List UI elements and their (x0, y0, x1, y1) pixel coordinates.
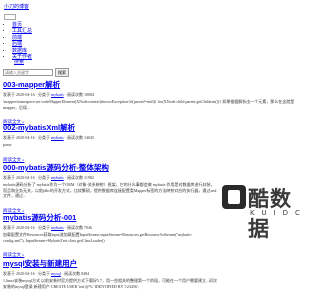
read-more-link[interactable]: 阅读全文 » (3, 157, 24, 163)
post-date: 发表于 2020-04-16 · 分类于 (3, 225, 50, 230)
post-date: 发表于 2020-04-16 · 分类于 (3, 271, 50, 276)
search-input[interactable] (3, 69, 53, 76)
post-item: 003-mapper解析 发表于 2020-04-16 · 分类于 mybati… (3, 80, 297, 124)
main-nav: 首页 工具汇总 前端 后端 数据库 关于作者 (12, 23, 32, 61)
post-views: · 阅读次数 8484 (60, 271, 90, 276)
post-meta: 发表于 2020-04-16 · 分类于 mybatis · 阅读次数 1198… (3, 175, 297, 180)
post-views: · 阅读次数 7046 (63, 225, 93, 230)
post-views: · 阅读次数 11982 (63, 175, 94, 180)
post-excerpt: 加载配置文件Resources获取input流加载配置InputStream i… (3, 232, 193, 243)
post-category-link[interactable]: mybatis (51, 175, 64, 180)
search-form: 搜索 (3, 68, 69, 77)
search-link[interactable]: 搜索 (14, 58, 24, 65)
post-title-link[interactable]: 003-mapper解析 (3, 80, 60, 89)
post-views: · 阅读次数 18084 (63, 92, 95, 97)
post-title-link[interactable]: mybatis源码分析-001 (3, 213, 76, 222)
post-excerpt: parse (3, 142, 12, 147)
post-item: mysql安装与新建用户 发表于 2020-04-16 · 分类于 mysql … (3, 259, 297, 289)
post-views: · 阅读次数 14045 (63, 135, 95, 140)
watermark: 酷数据 KUIDC (222, 185, 300, 263)
post-meta: 发表于 2020-04-16 · 分类于 mysql · 阅读次数 8484 (3, 271, 297, 276)
post-meta: 发表于 2020-04-16 · 分类于 mybatis · 阅读次数 1808… (3, 92, 297, 97)
nav-link-tools[interactable]: 工具汇总 (12, 29, 32, 34)
watermark-subtext: KUIDC (250, 209, 307, 217)
post-category-link[interactable]: mybatis (51, 225, 64, 230)
post-excerpt: mybatis源码分析了 mybatis作为一个ORM（对象-关系映射）框架，它… (3, 182, 217, 199)
post-date: 发表于 2020-04-16 · 分类于 (3, 175, 50, 180)
post-category-link[interactable]: mysql (51, 271, 61, 276)
post-title-link[interactable]: 002-mybatisXml解析 (3, 123, 75, 132)
post-title-link[interactable]: 000-mybatis源码分析-整体架构 (3, 163, 109, 172)
site-title-link[interactable]: 小刀的博客 (4, 3, 29, 10)
read-more-link[interactable]: 阅读全文 » (3, 252, 24, 258)
watermark-logo-icon (222, 185, 246, 209)
post-meta: 发表于 2020-04-16 · 分类于 mybatis · 阅读次数 1404… (3, 135, 297, 140)
logo (4, 14, 16, 20)
post-excerpt: 1.linux安装mysql方式 以前安装时官方提供方式下载好5.7，用一些相关… (3, 278, 217, 289)
post-date: 发表于 2020-04-16 · 分类于 (3, 92, 50, 97)
nav-link-database[interactable]: 数据库 (12, 49, 27, 54)
post-date: 发表于 2020-04-16 · 分类于 (3, 135, 50, 140)
post-title-link[interactable]: mysql安装与新建用户 (3, 259, 77, 268)
nav-link-backend[interactable]: 后端 (12, 42, 22, 47)
post-category-link[interactable]: mybatis (51, 135, 64, 140)
search-button[interactable]: 搜索 (55, 68, 69, 77)
nav-link-home[interactable]: 首页 (12, 23, 22, 28)
post-item: 002-mybatisXml解析 发表于 2020-04-16 · 分类于 my… (3, 123, 297, 163)
post-excerpt: /mapper/namespace:set-codeMapperElement(… (3, 99, 295, 110)
nav-link-frontend[interactable]: 前端 (12, 36, 22, 41)
post-category-link[interactable]: mybatis (51, 92, 64, 97)
